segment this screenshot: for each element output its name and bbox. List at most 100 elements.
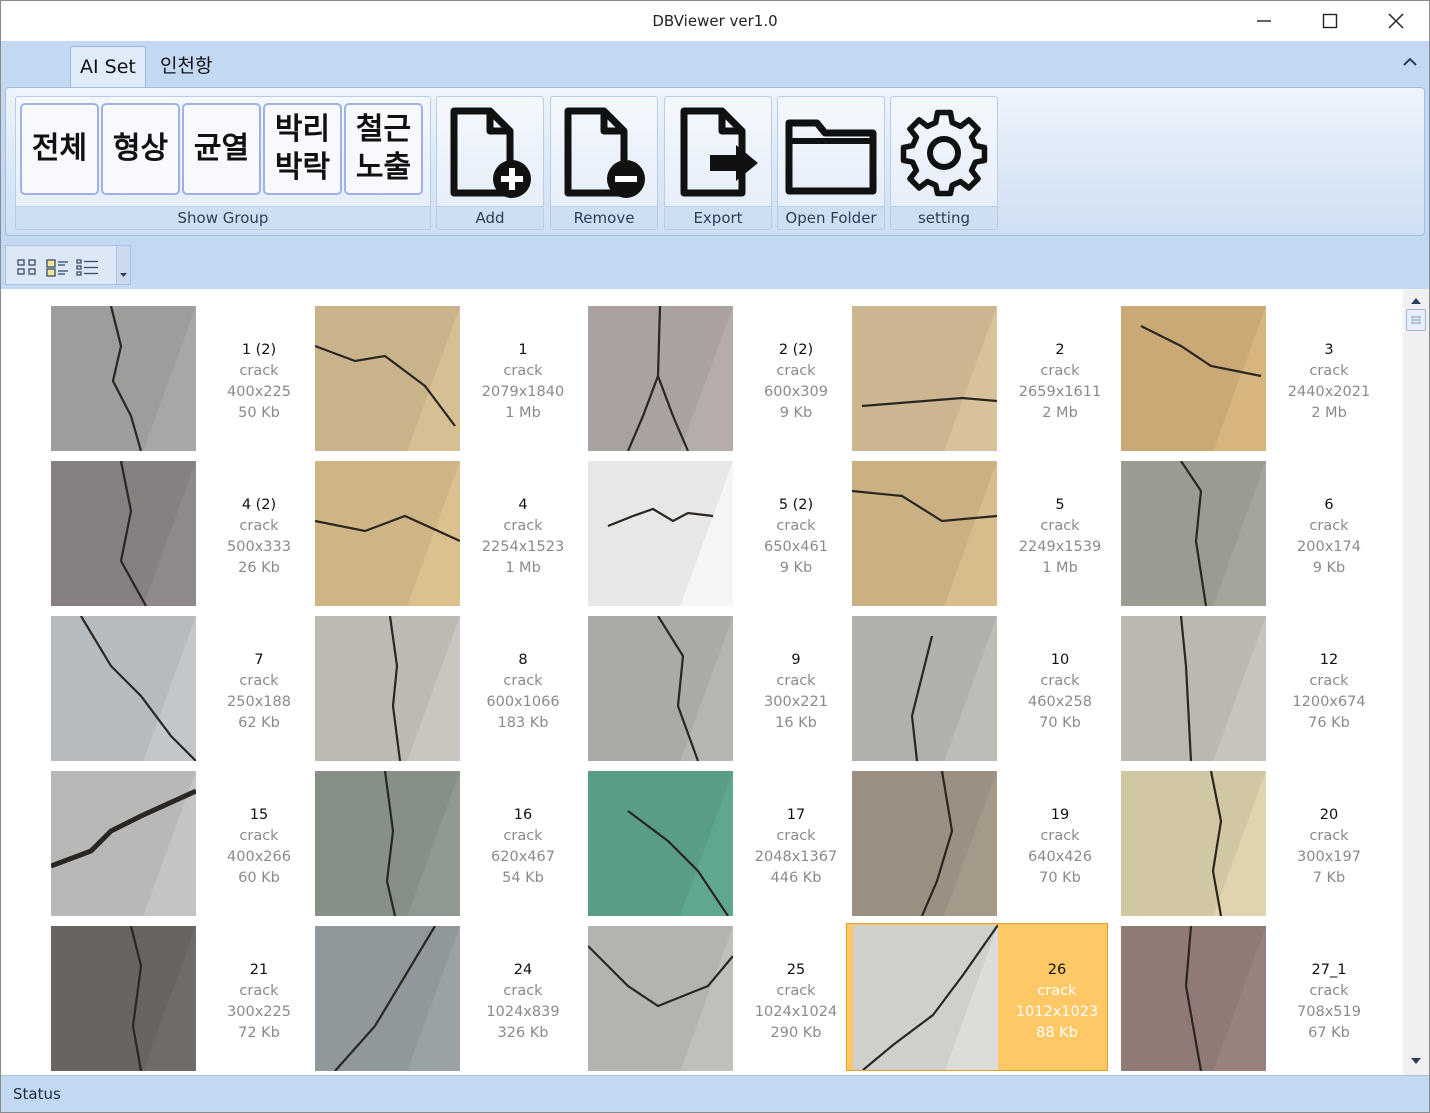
thumbnail-image[interactable] [852,616,997,761]
thumbnail-image[interactable] [588,306,733,451]
crack-photo [1121,306,1266,451]
thumbnail-image[interactable] [588,926,733,1071]
file-name: 1 (2) [241,342,277,358]
setting-label: setting [891,206,997,229]
thumbnail-image[interactable] [1121,926,1266,1071]
thumbnail-tile[interactable]: 3 crack 2440x2021 2 Mb [1121,304,1387,454]
thumbnail-tile[interactable]: 1 (2) crack 400x225 50 Kb [51,304,317,454]
file-name: 8 [518,652,528,668]
add-button[interactable]: Add [436,96,544,230]
thumbnail-meta: 19 crack 640x426 70 Kb [1002,805,1118,889]
thumbnail-tile[interactable]: 19 crack 640x426 70 Kb [852,769,1118,919]
thumbnail-tile[interactable]: 12 crack 1200x674 76 Kb [1121,614,1387,764]
thumbnail-meta: 21 crack 300x225 72 Kb [201,960,317,1044]
scroll-up-icon[interactable] [1409,295,1423,307]
tab-ai-set[interactable]: AI Set [70,46,146,87]
file-type: crack [239,363,279,379]
scroll-thumb[interactable] [1406,309,1426,331]
thumbnail-tile[interactable]: 16 crack 620x467 54 Kb [315,769,581,919]
thumbnail-image[interactable] [315,926,460,1071]
thumbnail-tile[interactable]: 4 crack 2254x1523 1 Mb [315,459,581,609]
thumbnail-tile[interactable]: 26 crack 1012x1023 88 Kb [846,923,1108,1071]
thumbnail-tile[interactable]: 21 crack 300x225 72 Kb [51,924,317,1074]
thumbnail-tile[interactable]: 10 crack 460x258 70 Kb [852,614,1118,764]
minimize-button[interactable] [1231,1,1297,41]
thumbnail-image[interactable] [51,461,196,606]
open-folder-button[interactable]: Open Folder [777,96,885,230]
maximize-button[interactable] [1297,1,1363,41]
group-button-all[interactable]: 전체 [20,103,99,195]
thumbnail-image[interactable] [51,306,196,451]
setting-button[interactable]: setting [890,96,998,230]
thumbnail-meta: 1 (2) crack 400x225 50 Kb [201,340,317,424]
details-view-icon[interactable] [46,258,70,278]
thumbnail-tile[interactable]: 5 (2) crack 650x461 9 Kb [588,459,854,609]
file-name: 6 [1324,497,1334,513]
thumbnail-image[interactable] [315,461,460,606]
thumbnail-tile[interactable]: 6 crack 200x174 9 Kb [1121,459,1387,609]
file-name: 15 [249,807,269,823]
thumbnail-tile[interactable]: 20 crack 300x197 7 Kb [1121,769,1387,919]
crack-photo [588,771,733,916]
thumbnail-image[interactable] [315,306,460,451]
thumbnail-tile[interactable]: 2 (2) crack 600x309 9 Kb [588,304,854,454]
thumbnail-tile[interactable]: 5 crack 2249x1539 1 Mb [852,459,1118,609]
vertical-scrollbar[interactable] [1403,289,1429,1075]
group-button-spalling[interactable]: 박리 박락 [263,103,342,195]
thumbnail-image[interactable] [853,925,998,1070]
file-type: crack [503,363,543,379]
thumbnail-image[interactable] [852,306,997,451]
thumbnail-tile[interactable]: 24 crack 1024x839 326 Kb [315,924,581,1074]
thumbnail-image[interactable] [51,616,196,761]
file-name: 4 (2) [241,497,277,513]
thumbnail-image[interactable] [315,616,460,761]
thumbnail-image[interactable] [51,926,196,1071]
file-size: 9 Kb [779,560,813,576]
thumbnail-tile[interactable]: 7 crack 250x188 62 Kb [51,614,317,764]
thumbnail-image[interactable] [1121,461,1266,606]
view-dropdown-button[interactable] [116,246,130,284]
file-size: 2 Mb [1042,405,1078,421]
thumbnail-meta: 12 crack 1200x674 76 Kb [1271,650,1387,734]
file-type: crack [776,363,816,379]
thumbnail-tile[interactable]: 25 crack 1024x1024 290 Kb [588,924,854,1074]
thumbnail-tile[interactable]: 17 crack 2048x1367 446 Kb [588,769,854,919]
export-button[interactable]: Export [664,96,772,230]
group-button-crack[interactable]: 균열 [182,103,261,195]
thumbnail-image[interactable] [51,771,196,916]
thumbnail-image[interactable] [588,616,733,761]
group-button-rebar[interactable]: 철근 노출 [344,103,423,195]
crack-photo [315,616,460,761]
group-button-shape[interactable]: 형상 [101,103,180,195]
thumbnail-image[interactable] [1121,771,1266,916]
thumbnail-image[interactable] [588,461,733,606]
list-view-icon[interactable] [76,258,100,278]
thumbnail-tile[interactable]: 15 crack 400x266 60 Kb [51,769,317,919]
thumbnail-tile[interactable]: 4 (2) crack 500x333 26 Kb [51,459,317,609]
large-icons-view-icon[interactable] [16,258,40,278]
remove-button[interactable]: Remove [550,96,658,230]
thumbnail-tile[interactable]: 8 crack 600x1066 183 Kb [315,614,581,764]
ribbon-collapse-icon[interactable] [1401,53,1419,71]
remove-label: Remove [551,206,657,229]
crack-photo [51,461,196,606]
image-dimensions: 2048x1367 [754,849,838,865]
thumbnail-tile[interactable]: 1 crack 2079x1840 1 Mb [315,304,581,454]
file-type: crack [776,673,816,689]
thumbnail-image[interactable] [1121,306,1266,451]
file-size: 1 Mb [505,405,541,421]
close-button[interactable] [1363,1,1429,41]
image-dimensions: 2659x1611 [1018,384,1102,400]
image-dimensions: 2440x2021 [1287,384,1371,400]
scroll-down-icon[interactable] [1409,1055,1423,1067]
thumbnail-tile[interactable]: 2 crack 2659x1611 2 Mb [852,304,1118,454]
thumbnail-image[interactable] [852,771,997,916]
thumbnail-tile[interactable]: 9 crack 300x221 16 Kb [588,614,854,764]
thumbnail-image[interactable] [588,771,733,916]
thumbnail-image[interactable] [852,461,997,606]
tab-incheon-port[interactable]: 인천항 [151,46,221,87]
file-type: crack [1037,983,1077,999]
thumbnail-tile[interactable]: 27_1 crack 708x519 67 Kb [1121,924,1387,1074]
thumbnail-image[interactable] [1121,616,1266,761]
thumbnail-image[interactable] [315,771,460,916]
